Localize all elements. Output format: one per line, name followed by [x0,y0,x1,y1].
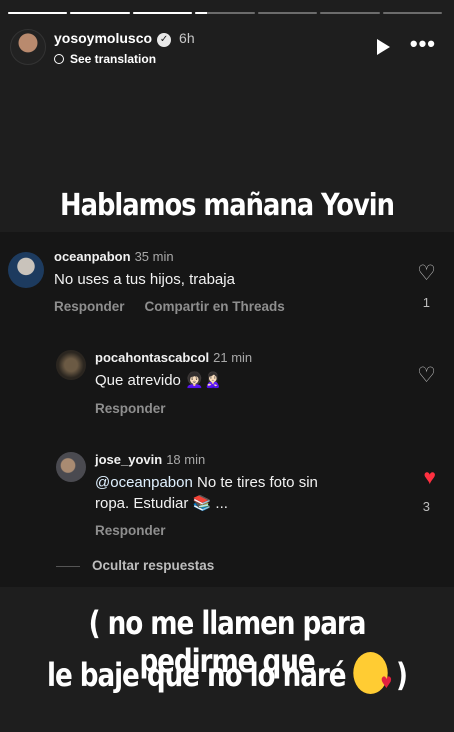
reply-button[interactable]: Responder [54,299,125,314]
comment-actions: Responder [95,401,186,416]
progress-segment [8,12,68,14]
comment-text: @oceanpabon No te tires foto sin ropa. E… [95,472,385,514]
like-count: 3 [422,499,430,514]
comment-text-line1: No te tires foto sin [192,474,318,491]
heart-icon[interactable]: ♡ [417,263,436,284]
avatar[interactable] [8,252,44,288]
progress-segment [195,12,255,14]
play-icon[interactable] [377,39,390,55]
comment-username[interactable]: jose_yovin [95,452,162,467]
username[interactable]: yosoymolusco [54,30,152,46]
divider [56,566,80,567]
post-time: 6h [179,30,195,46]
comment-text: No uses a tus hijos, trabaja [54,271,235,288]
heart-filled-icon[interactable]: ♥ [424,467,436,488]
verified-badge-icon: ✓ [157,33,172,47]
more-options-icon[interactable]: ••• [410,33,436,55]
story-title-text: Hablamos mañana Yovin [60,188,395,223]
reply-button[interactable]: Responder [95,401,166,416]
share-threads-button[interactable]: Compartir en Threads [145,299,285,314]
comment-text-line2: ropa. Estudiar 📚 ... [95,495,228,512]
username-row[interactable]: yosoymolusco ✓ 6h [54,30,195,47]
progress-segment [320,12,380,14]
story-header: yosoymolusco ✓ 6h See translation ••• [10,26,444,66]
avatar[interactable] [10,29,46,65]
comment-username[interactable]: oceanpabon [54,249,131,264]
see-translation-link[interactable]: See translation [54,52,156,66]
progress-segment [70,12,130,14]
like-count: 1 [422,295,430,310]
see-translation-label: See translation [70,52,157,66]
avatar[interactable] [56,350,86,380]
mention-link[interactable]: @oceanpabon [95,474,193,491]
heart-icon[interactable]: ♡ [417,365,436,386]
closing-paren: ) [396,656,408,694]
progress-segment [257,12,318,14]
story-progress-bar [8,12,442,14]
comment-time: 18 min [166,452,206,467]
story-caption-line2: le baje que no lo haré [47,656,346,694]
story-caption-line2-row: le baje que no lo haré ) [41,652,413,694]
reply-button[interactable]: Responder [95,523,166,538]
kiss-emoji-icon [353,652,391,694]
comment-username-row: jose_yovin 18 min [95,452,205,467]
comment-time: 21 min [213,350,253,365]
comment-actions: Responder [95,523,186,538]
avatar[interactable] [56,452,86,482]
comment-username[interactable]: pocahontascabcol [95,350,209,365]
comment-username-row: oceanpabon 35 min [54,249,174,264]
comment-time: 35 min [134,249,174,264]
comment-username-row: pocahontascabcol 21 min [95,350,252,365]
comments-card: oceanpabon 35 min No uses a tus hijos, tr… [0,232,454,587]
comment-text: Que atrevido 👩🏻‍🦱🙎🏻‍♀️ [95,372,223,389]
progress-segment [132,12,193,14]
hide-replies-button[interactable]: Ocultar respuestas [92,558,214,573]
comment-actions: Responder Compartir en Threads [54,299,305,314]
globe-icon [54,54,64,64]
progress-segment [382,12,442,14]
